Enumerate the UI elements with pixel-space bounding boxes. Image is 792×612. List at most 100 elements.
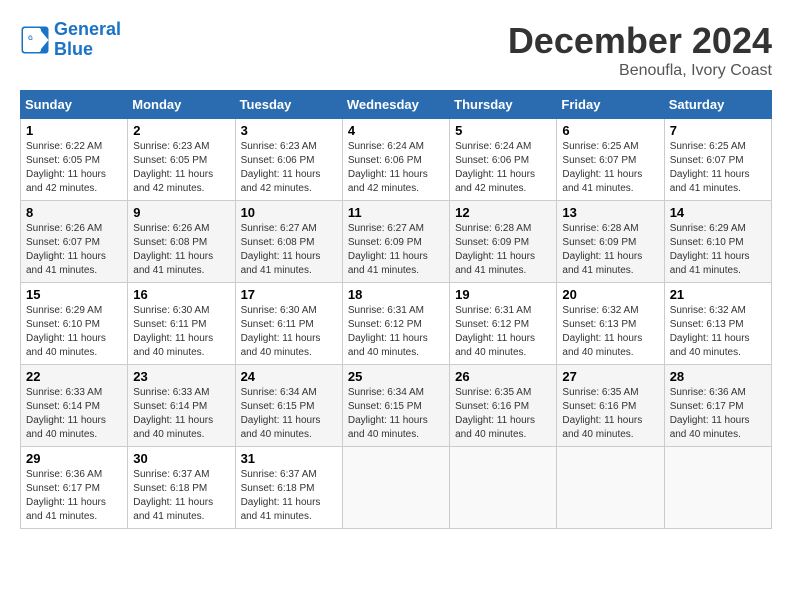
day-cell: 28 Sunrise: 6:36 AM Sunset: 6:17 PM Dayl… <box>664 365 771 447</box>
day-cell <box>450 447 557 529</box>
day-cell: 14 Sunrise: 6:29 AM Sunset: 6:10 PM Dayl… <box>664 201 771 283</box>
day-cell: 26 Sunrise: 6:35 AM Sunset: 6:16 PM Dayl… <box>450 365 557 447</box>
day-info: Sunrise: 6:35 AM Sunset: 6:16 PM Dayligh… <box>562 386 658 442</box>
day-info: Sunrise: 6:30 AM Sunset: 6:11 PM Dayligh… <box>133 304 229 360</box>
day-number: 1 <box>26 123 122 138</box>
svg-text:G: G <box>28 36 33 42</box>
day-info: Sunrise: 6:29 AM Sunset: 6:10 PM Dayligh… <box>26 304 122 360</box>
day-info: Sunrise: 6:24 AM Sunset: 6:06 PM Dayligh… <box>348 140 444 196</box>
day-info: Sunrise: 6:31 AM Sunset: 6:12 PM Dayligh… <box>455 304 551 360</box>
day-cell <box>557 447 664 529</box>
week-row-4: 22 Sunrise: 6:33 AM Sunset: 6:14 PM Dayl… <box>21 365 772 447</box>
day-number: 3 <box>241 123 337 138</box>
day-cell: 27 Sunrise: 6:35 AM Sunset: 6:16 PM Dayl… <box>557 365 664 447</box>
day-number: 8 <box>26 205 122 220</box>
day-cell: 1 Sunrise: 6:22 AM Sunset: 6:05 PM Dayli… <box>21 119 128 201</box>
day-info: Sunrise: 6:28 AM Sunset: 6:09 PM Dayligh… <box>562 222 658 278</box>
day-cell <box>664 447 771 529</box>
day-number: 6 <box>562 123 658 138</box>
day-cell: 10 Sunrise: 6:27 AM Sunset: 6:08 PM Dayl… <box>235 201 342 283</box>
day-number: 13 <box>562 205 658 220</box>
day-number: 26 <box>455 369 551 384</box>
month-title: December 2024 <box>508 20 772 62</box>
header-cell-thursday: Thursday <box>450 91 557 119</box>
day-number: 5 <box>455 123 551 138</box>
day-cell: 24 Sunrise: 6:34 AM Sunset: 6:15 PM Dayl… <box>235 365 342 447</box>
day-info: Sunrise: 6:35 AM Sunset: 6:16 PM Dayligh… <box>455 386 551 442</box>
day-number: 17 <box>241 287 337 302</box>
day-cell: 7 Sunrise: 6:25 AM Sunset: 6:07 PM Dayli… <box>664 119 771 201</box>
header-cell-friday: Friday <box>557 91 664 119</box>
day-number: 2 <box>133 123 229 138</box>
page-header: G General Blue December 2024 Benoufla, I… <box>20 20 772 80</box>
day-cell: 3 Sunrise: 6:23 AM Sunset: 6:06 PM Dayli… <box>235 119 342 201</box>
day-number: 7 <box>670 123 766 138</box>
day-number: 12 <box>455 205 551 220</box>
logo: G General Blue <box>20 20 121 60</box>
day-cell: 12 Sunrise: 6:28 AM Sunset: 6:09 PM Dayl… <box>450 201 557 283</box>
day-number: 23 <box>133 369 229 384</box>
day-number: 22 <box>26 369 122 384</box>
day-cell: 5 Sunrise: 6:24 AM Sunset: 6:06 PM Dayli… <box>450 119 557 201</box>
day-cell: 9 Sunrise: 6:26 AM Sunset: 6:08 PM Dayli… <box>128 201 235 283</box>
header-cell-monday: Monday <box>128 91 235 119</box>
header-cell-wednesday: Wednesday <box>342 91 449 119</box>
day-cell: 2 Sunrise: 6:23 AM Sunset: 6:05 PM Dayli… <box>128 119 235 201</box>
day-info: Sunrise: 6:26 AM Sunset: 6:08 PM Dayligh… <box>133 222 229 278</box>
day-number: 25 <box>348 369 444 384</box>
day-number: 11 <box>348 205 444 220</box>
week-row-2: 8 Sunrise: 6:26 AM Sunset: 6:07 PM Dayli… <box>21 201 772 283</box>
day-cell: 18 Sunrise: 6:31 AM Sunset: 6:12 PM Dayl… <box>342 283 449 365</box>
day-cell: 30 Sunrise: 6:37 AM Sunset: 6:18 PM Dayl… <box>128 447 235 529</box>
day-info: Sunrise: 6:31 AM Sunset: 6:12 PM Dayligh… <box>348 304 444 360</box>
day-number: 20 <box>562 287 658 302</box>
day-number: 28 <box>670 369 766 384</box>
day-info: Sunrise: 6:36 AM Sunset: 6:17 PM Dayligh… <box>26 468 122 524</box>
day-info: Sunrise: 6:37 AM Sunset: 6:18 PM Dayligh… <box>133 468 229 524</box>
day-number: 4 <box>348 123 444 138</box>
day-number: 18 <box>348 287 444 302</box>
day-info: Sunrise: 6:23 AM Sunset: 6:06 PM Dayligh… <box>241 140 337 196</box>
day-info: Sunrise: 6:29 AM Sunset: 6:10 PM Dayligh… <box>670 222 766 278</box>
day-cell: 4 Sunrise: 6:24 AM Sunset: 6:06 PM Dayli… <box>342 119 449 201</box>
day-info: Sunrise: 6:27 AM Sunset: 6:09 PM Dayligh… <box>348 222 444 278</box>
day-cell: 29 Sunrise: 6:36 AM Sunset: 6:17 PM Dayl… <box>21 447 128 529</box>
day-cell: 16 Sunrise: 6:30 AM Sunset: 6:11 PM Dayl… <box>128 283 235 365</box>
day-number: 29 <box>26 451 122 466</box>
day-cell: 11 Sunrise: 6:27 AM Sunset: 6:09 PM Dayl… <box>342 201 449 283</box>
day-info: Sunrise: 6:24 AM Sunset: 6:06 PM Dayligh… <box>455 140 551 196</box>
day-info: Sunrise: 6:37 AM Sunset: 6:18 PM Dayligh… <box>241 468 337 524</box>
day-info: Sunrise: 6:30 AM Sunset: 6:11 PM Dayligh… <box>241 304 337 360</box>
day-number: 31 <box>241 451 337 466</box>
day-info: Sunrise: 6:28 AM Sunset: 6:09 PM Dayligh… <box>455 222 551 278</box>
title-area: December 2024 Benoufla, Ivory Coast <box>508 20 772 80</box>
day-cell: 20 Sunrise: 6:32 AM Sunset: 6:13 PM Dayl… <box>557 283 664 365</box>
calendar-body: 1 Sunrise: 6:22 AM Sunset: 6:05 PM Dayli… <box>21 119 772 529</box>
header-cell-tuesday: Tuesday <box>235 91 342 119</box>
calendar-table: SundayMondayTuesdayWednesdayThursdayFrid… <box>20 90 772 529</box>
week-row-1: 1 Sunrise: 6:22 AM Sunset: 6:05 PM Dayli… <box>21 119 772 201</box>
day-cell: 31 Sunrise: 6:37 AM Sunset: 6:18 PM Dayl… <box>235 447 342 529</box>
day-cell: 13 Sunrise: 6:28 AM Sunset: 6:09 PM Dayl… <box>557 201 664 283</box>
day-info: Sunrise: 6:33 AM Sunset: 6:14 PM Dayligh… <box>133 386 229 442</box>
day-info: Sunrise: 6:36 AM Sunset: 6:17 PM Dayligh… <box>670 386 766 442</box>
day-cell: 21 Sunrise: 6:32 AM Sunset: 6:13 PM Dayl… <box>664 283 771 365</box>
day-cell <box>342 447 449 529</box>
day-info: Sunrise: 6:34 AM Sunset: 6:15 PM Dayligh… <box>348 386 444 442</box>
calendar-header-row: SundayMondayTuesdayWednesdayThursdayFrid… <box>21 91 772 119</box>
day-info: Sunrise: 6:32 AM Sunset: 6:13 PM Dayligh… <box>562 304 658 360</box>
header-cell-saturday: Saturday <box>664 91 771 119</box>
day-info: Sunrise: 6:23 AM Sunset: 6:05 PM Dayligh… <box>133 140 229 196</box>
day-number: 10 <box>241 205 337 220</box>
day-number: 27 <box>562 369 658 384</box>
day-info: Sunrise: 6:22 AM Sunset: 6:05 PM Dayligh… <box>26 140 122 196</box>
day-cell: 22 Sunrise: 6:33 AM Sunset: 6:14 PM Dayl… <box>21 365 128 447</box>
day-cell: 8 Sunrise: 6:26 AM Sunset: 6:07 PM Dayli… <box>21 201 128 283</box>
day-info: Sunrise: 6:32 AM Sunset: 6:13 PM Dayligh… <box>670 304 766 360</box>
day-number: 21 <box>670 287 766 302</box>
day-number: 30 <box>133 451 229 466</box>
day-cell: 17 Sunrise: 6:30 AM Sunset: 6:11 PM Dayl… <box>235 283 342 365</box>
logo-text: General Blue <box>54 20 121 60</box>
day-info: Sunrise: 6:33 AM Sunset: 6:14 PM Dayligh… <box>26 386 122 442</box>
day-number: 14 <box>670 205 766 220</box>
